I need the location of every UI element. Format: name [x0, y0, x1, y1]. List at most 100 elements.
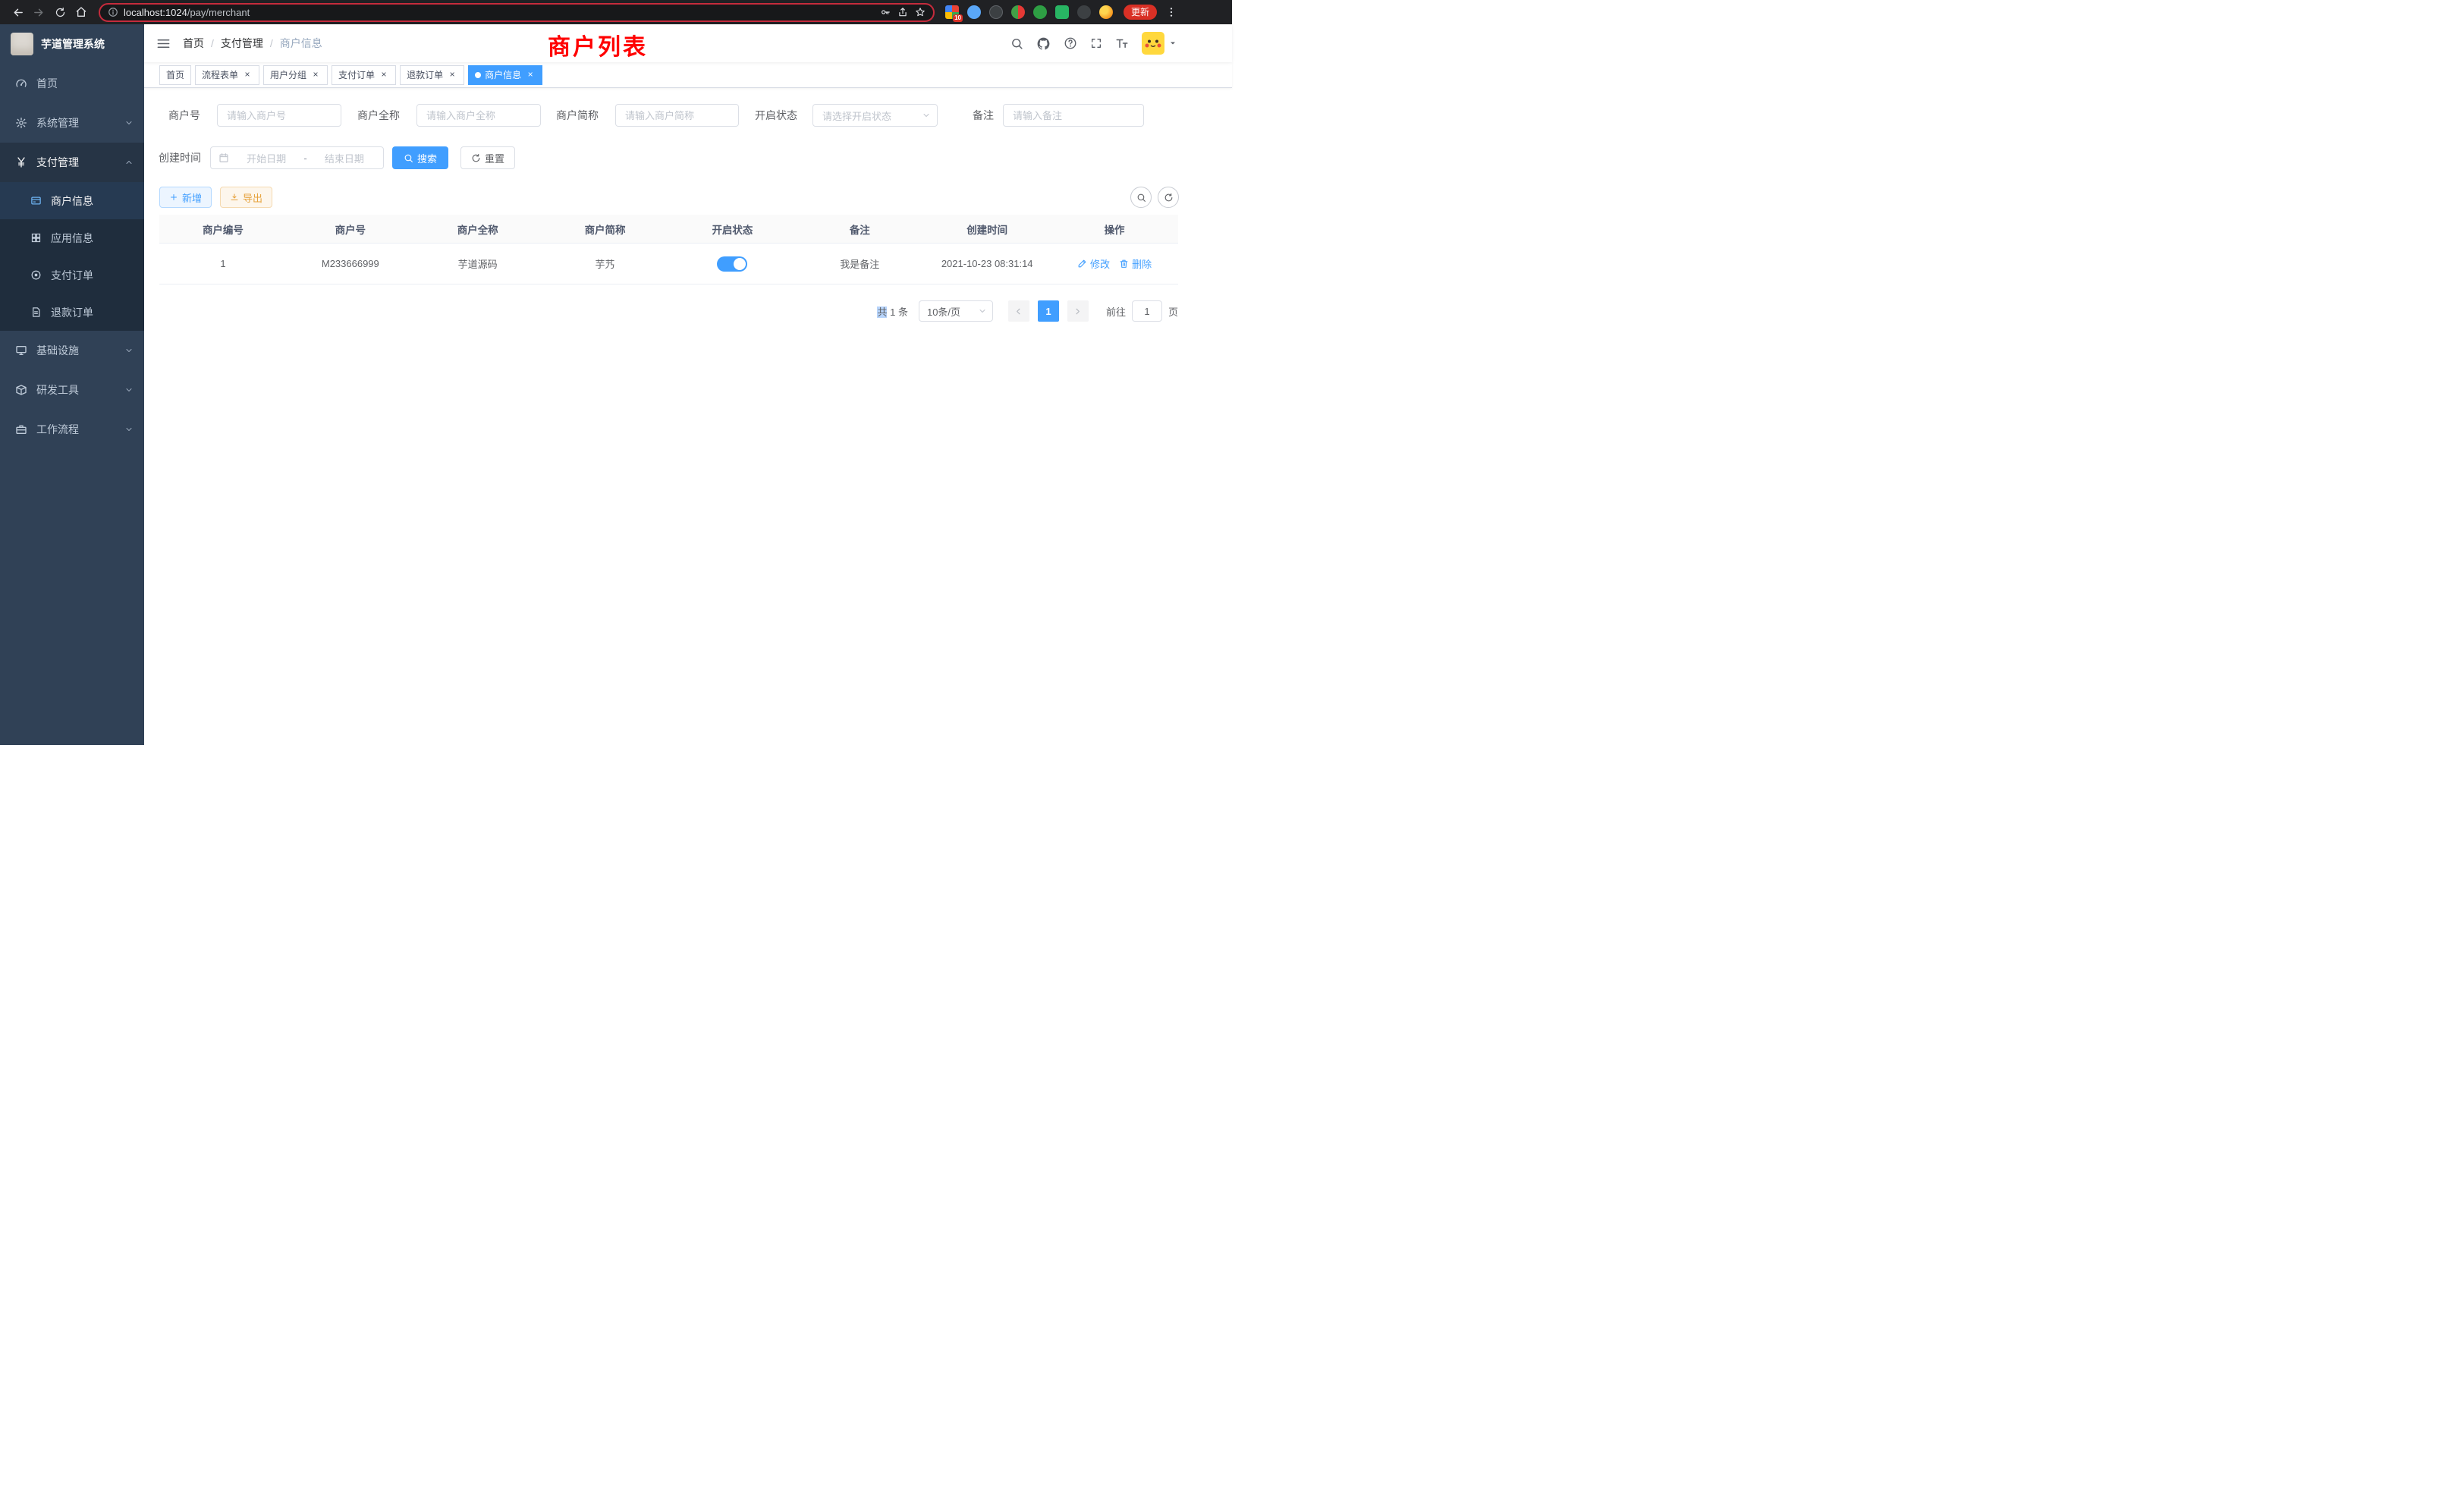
date-range-picker[interactable]: 开始日期 - 结束日期	[210, 146, 384, 169]
monitor-icon	[15, 344, 27, 357]
extension-icon[interactable]	[1077, 5, 1091, 19]
end-date-placeholder[interactable]: 结束日期	[313, 151, 376, 165]
page-number-button[interactable]: 1	[1038, 300, 1059, 322]
sidebar-item-pay-order[interactable]: 支付订单	[0, 256, 144, 294]
sidebar-toggle-button[interactable]	[156, 36, 171, 51]
start-date-placeholder[interactable]: 开始日期	[235, 151, 297, 165]
search-icon	[1136, 193, 1146, 203]
extension-icon[interactable]	[1033, 5, 1047, 19]
close-icon[interactable]: ×	[379, 70, 389, 80]
plus-icon	[169, 193, 178, 202]
toggle-search-button[interactable]	[1130, 187, 1152, 208]
share-icon[interactable]	[897, 7, 908, 17]
fullscreen-button[interactable]	[1090, 37, 1102, 49]
table-header: 商户编号 商户号 商户全称 商户简称 开启状态 备注 创建时间 操作	[159, 215, 1178, 244]
prev-page-button[interactable]	[1008, 300, 1029, 322]
header-search-button[interactable]	[1010, 37, 1023, 50]
tab-refund-order[interactable]: 退款订单×	[400, 65, 464, 85]
cell-status	[669, 256, 797, 272]
merchant-no-input[interactable]	[217, 104, 341, 127]
close-icon[interactable]: ×	[447, 70, 457, 80]
sidebar-item-home[interactable]: 首页	[0, 64, 144, 103]
reset-button[interactable]: 重置	[460, 146, 515, 169]
bookmark-star-icon[interactable]	[915, 7, 926, 17]
sidebar-item-merchant-info[interactable]: 商户信息	[0, 182, 144, 219]
font-size-button[interactable]	[1115, 36, 1129, 50]
tab-home[interactable]: 首页	[159, 65, 191, 85]
pagination: 共 1 条 10条/页 1 前往 页	[159, 300, 1178, 322]
app-logo[interactable]: 芋道管理系统	[0, 24, 144, 64]
col-full-name: 商户全称	[414, 222, 542, 237]
sidebar-item-payment[interactable]: 支付管理	[0, 143, 144, 182]
browser-extensions: 10	[945, 5, 1113, 19]
close-icon[interactable]: ×	[242, 70, 253, 80]
url-text: localhost:1024/pay/merchant	[124, 7, 250, 18]
status-toggle[interactable]	[717, 256, 747, 272]
edit-button[interactable]: 修改	[1077, 256, 1110, 271]
refresh-table-button[interactable]	[1158, 187, 1179, 208]
browser-toolbar: localhost:1024/pay/merchant 10 更新	[0, 0, 1232, 24]
extension-icon[interactable]	[967, 5, 981, 19]
sidebar-item-dev-tools[interactable]: 研发工具	[0, 370, 144, 410]
search-button[interactable]: 搜索	[392, 146, 448, 169]
col-short-name: 商户简称	[542, 222, 669, 237]
extension-icon[interactable]	[1011, 5, 1025, 19]
sidebar-item-refund-order[interactable]: 退款订单	[0, 294, 144, 331]
browser-menu-icon[interactable]	[1163, 4, 1180, 20]
breadcrumb-payment[interactable]: 支付管理	[221, 36, 263, 51]
chevron-down-icon	[124, 118, 134, 127]
tab-user-group[interactable]: 用户分组×	[263, 65, 328, 85]
github-link[interactable]	[1036, 36, 1051, 51]
short-name-input[interactable]	[615, 104, 739, 127]
full-name-input[interactable]	[416, 104, 541, 127]
extension-icon[interactable]	[1055, 5, 1069, 19]
cell-actions: 修改 删除	[1051, 256, 1178, 271]
tab-merchant-info[interactable]: 商户信息×	[468, 65, 542, 85]
add-button[interactable]: 新增	[159, 187, 212, 208]
browser-forward-button[interactable]	[29, 2, 49, 22]
extension-icon[interactable]	[989, 5, 1003, 19]
logo-image	[11, 33, 33, 55]
breadcrumb-home[interactable]: 首页	[183, 36, 204, 51]
merchant-no-label: 商户号	[168, 104, 200, 127]
gear-icon	[15, 117, 27, 129]
chevron-left-icon	[1014, 307, 1023, 316]
url-bar[interactable]: localhost:1024/pay/merchant	[99, 3, 935, 22]
font-size-icon	[1115, 36, 1129, 50]
status-select[interactable]: 请选择开启状态	[812, 104, 938, 127]
user-avatar	[1142, 32, 1164, 55]
extension-icon[interactable]	[1099, 5, 1113, 19]
browser-reload-button[interactable]	[50, 2, 70, 22]
sidebar-item-system[interactable]: 系统管理	[0, 103, 144, 143]
sidebar-item-app-info[interactable]: 应用信息	[0, 219, 144, 256]
user-menu[interactable]	[1142, 32, 1177, 55]
close-icon[interactable]: ×	[525, 70, 536, 80]
github-icon	[1036, 36, 1051, 51]
sidebar-item-infrastructure[interactable]: 基础设施	[0, 331, 144, 370]
tab-process-form[interactable]: 流程表单×	[195, 65, 259, 85]
site-info-icon[interactable]	[108, 7, 118, 17]
chevron-down-icon	[978, 306, 987, 316]
next-page-button[interactable]	[1067, 300, 1089, 322]
remark-input[interactable]	[1003, 104, 1144, 127]
page-size-select[interactable]: 10条/页	[919, 300, 993, 322]
browser-update-button[interactable]: 更新	[1124, 5, 1157, 20]
close-icon[interactable]: ×	[310, 70, 321, 80]
delete-button[interactable]: 删除	[1119, 256, 1152, 271]
three-dots-icon	[1165, 6, 1177, 18]
browser-back-button[interactable]	[8, 2, 27, 22]
cell-merchant-id: 1	[159, 258, 287, 269]
password-key-icon[interactable]	[880, 7, 891, 17]
remark-label: 备注	[973, 104, 994, 127]
export-button[interactable]: 导出	[220, 187, 272, 208]
sidebar-item-workflow[interactable]: 工作流程	[0, 410, 144, 449]
browser-home-button[interactable]	[71, 2, 91, 22]
extension-icon[interactable]: 10	[945, 5, 959, 19]
page-content: 商户号 商户全称 商户简称 开启状态 请选择开启状态 备注 创建时间 开始日期 …	[144, 88, 1232, 745]
reload-icon	[55, 7, 66, 18]
help-button[interactable]	[1064, 36, 1077, 50]
navbar-actions	[1010, 32, 1177, 55]
tab-pay-order[interactable]: 支付订单×	[332, 65, 396, 85]
goto-page-input[interactable]	[1132, 300, 1162, 322]
tags-view-bar: 首页 流程表单× 用户分组× 支付订单× 退款订单× 商户信息×	[144, 62, 1232, 88]
